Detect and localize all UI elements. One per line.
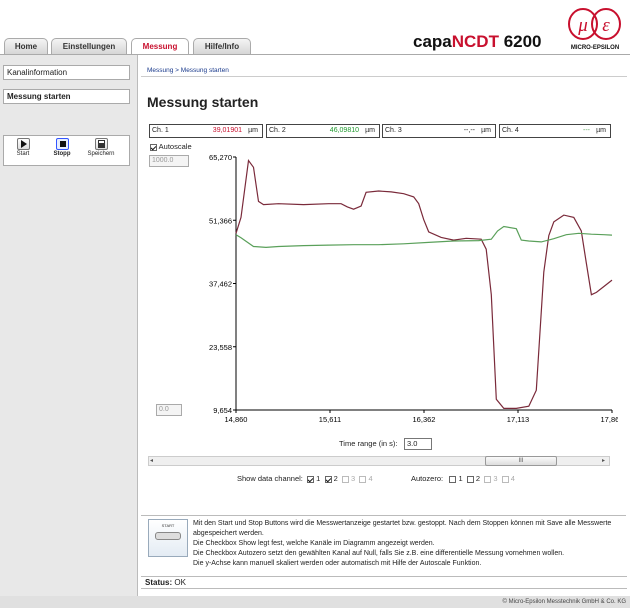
- help-start-icon: START: [148, 519, 188, 557]
- tab-messung[interactable]: Messung: [131, 38, 189, 55]
- svg-text:MICRO-EPSILON: MICRO-EPSILON: [571, 45, 619, 51]
- tab-label: Home: [14, 42, 38, 51]
- autozero-4-checkbox[interactable]: [501, 475, 509, 483]
- breadcrumb[interactable]: Messung > Messung starten: [147, 67, 229, 74]
- save-button[interactable]: Speichern: [85, 138, 117, 157]
- time-range-input[interactable]: 3.0: [404, 438, 432, 450]
- status-bar: Status: OK: [141, 576, 627, 589]
- sidebar: Kanalinformation Messung starten Start S…: [0, 55, 138, 608]
- series-line-ch2: [235, 225, 613, 249]
- sidebar-item-kanalinformation[interactable]: Kanalinformation: [3, 65, 130, 80]
- autozero-2-checkbox[interactable]: [466, 475, 474, 483]
- y-tick-label: 37,462: [209, 280, 232, 289]
- status-value: OK: [174, 578, 186, 587]
- x-tick-label: 16,362: [413, 415, 436, 424]
- autozero-group: Autozero: 1 2 3 4: [411, 474, 515, 483]
- product-title: capaNCDT 6200: [413, 32, 542, 51]
- breadcrumb-divider: [141, 76, 627, 77]
- y-tick-label: 9,654: [213, 406, 232, 415]
- tab-label: Einstellungen: [62, 42, 116, 51]
- show-channel-1-checkbox[interactable]: [307, 475, 315, 483]
- channel-3-readout: Ch. 3 --,-- µm: [382, 124, 496, 138]
- x-tick-label: 17,865: [601, 415, 618, 424]
- scroll-left-icon[interactable]: ◂: [150, 457, 153, 464]
- start-button[interactable]: Start: [10, 138, 36, 157]
- tab-label: Hilfe/Info: [204, 42, 240, 51]
- scrollbar-thumb[interactable]: III: [485, 456, 557, 466]
- play-icon: [16, 138, 30, 150]
- y-tick-label: 23,558: [209, 343, 232, 352]
- stop-icon: [55, 138, 69, 150]
- x-tick-label: 15,611: [319, 415, 341, 424]
- help-text: Mit den Start und Stop Buttons wird die …: [193, 520, 612, 567]
- tab-hilfe-info[interactable]: Hilfe/Info: [193, 38, 251, 54]
- chart: 65,270 51,366 37,462 23,558 9,65414,860 15,61…: [209, 153, 618, 424]
- sidebar-item-messung-starten[interactable]: Messung starten: [3, 89, 130, 104]
- x-tick-label: 14,860: [225, 415, 248, 424]
- save-icon: [94, 138, 108, 150]
- show-channel-3-checkbox[interactable]: [341, 475, 349, 483]
- micro-epsilon-logo: μ ε MICRO-EPSILON: [566, 4, 624, 54]
- tab-home[interactable]: Home: [4, 38, 48, 54]
- svg-text:μ: μ: [577, 15, 588, 36]
- tab-label: Messung: [142, 42, 178, 51]
- control-panel: Start Stopp Speichern: [3, 135, 130, 166]
- footer: © Micro-Epsilon Messtechnik GmbH & Co. K…: [0, 596, 630, 608]
- stop-button[interactable]: Stopp: [49, 138, 75, 157]
- tab-einstellungen[interactable]: Einstellungen: [51, 38, 127, 54]
- autozero-1-checkbox[interactable]: [449, 475, 457, 483]
- y-tick-label: 65,270: [209, 153, 232, 162]
- show-channel-4-checkbox[interactable]: [359, 475, 367, 483]
- show-channel-2-checkbox[interactable]: [324, 475, 332, 483]
- autozero-3-checkbox[interactable]: [484, 475, 492, 483]
- time-range-label: Time range (in s):: [339, 439, 398, 448]
- status-label: Status:: [145, 578, 173, 587]
- channel-1-readout: Ch. 1 39,01901 µm: [149, 124, 263, 138]
- series-line-ch1: [235, 158, 613, 409]
- page-title: Messung starten: [147, 94, 259, 110]
- channel-4-readout: Ch. 4 --- µm: [499, 124, 611, 138]
- y-tick-label: 51,366: [209, 216, 232, 225]
- show-channel-group: Show data channel: 1 2 3 4: [237, 474, 373, 483]
- x-tick-label: 17,113: [507, 415, 529, 424]
- svg-text:ε: ε: [602, 15, 610, 36]
- channel-2-readout: Ch. 2 46,09810 µm: [266, 124, 380, 138]
- scroll-right-icon[interactable]: ▸: [602, 457, 605, 464]
